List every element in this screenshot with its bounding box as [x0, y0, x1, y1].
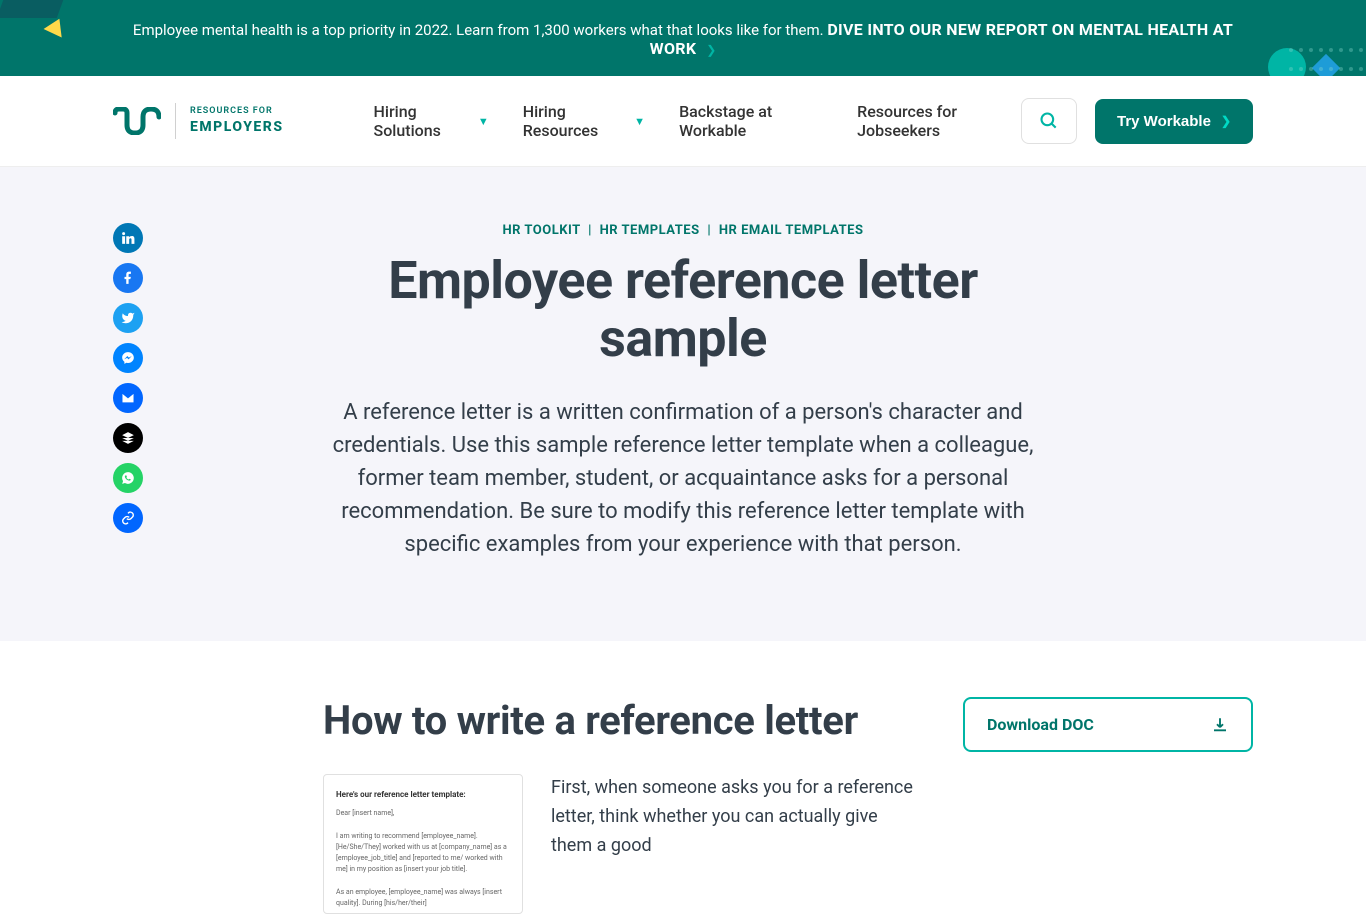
logo-subtitle: RESOURCES FOR — [190, 106, 284, 118]
chevron-right-icon: ❯ — [706, 43, 716, 57]
main-header: RESOURCES FOR EMPLOYERS Hiring Solutions… — [0, 76, 1366, 167]
banner-text: Employee mental health is a top priority… — [133, 21, 827, 39]
facebook-icon — [121, 271, 135, 285]
nav-label: Resources for Jobseekers — [857, 102, 1021, 140]
sidebar: Download DOC — [963, 697, 1253, 914]
preview-line: As an employee, [employee_name] was alwa… — [336, 887, 510, 909]
article-paragraph: First, when someone asks you for a refer… — [551, 774, 923, 914]
separator: | — [707, 223, 711, 238]
document-preview-thumbnail[interactable]: Here's our reference letter template: De… — [323, 774, 523, 914]
nav-jobseekers[interactable]: Resources for Jobseekers — [857, 102, 1021, 140]
preview-line: I am writing to recommend [employee_name… — [336, 831, 510, 876]
email-icon — [121, 391, 135, 405]
content-section: How to write a reference letter Here's o… — [43, 641, 1323, 914]
divider — [175, 103, 176, 139]
nav-hiring-solutions[interactable]: Hiring Solutions ▼ — [374, 102, 489, 140]
search-icon — [1039, 111, 1059, 131]
download-label: Download DOC — [987, 715, 1094, 734]
hero-section: HR TOOLKIT | HR TEMPLATES | HR EMAIL TEM… — [0, 167, 1366, 641]
whatsapp-icon — [121, 471, 135, 485]
share-messenger[interactable] — [113, 343, 143, 373]
breadcrumb-link[interactable]: HR TEMPLATES — [600, 223, 700, 238]
preview-heading: Here's our reference letter template: — [336, 789, 510, 802]
social-share-rail — [113, 223, 143, 533]
twitter-icon — [121, 311, 135, 325]
breadcrumb: HR TOOLKIT | HR TEMPLATES | HR EMAIL TEM… — [113, 223, 1253, 238]
page-description: A reference letter is a written confirma… — [323, 396, 1043, 561]
nav-backstage[interactable]: Backstage at Workable — [679, 102, 823, 140]
link-icon — [121, 511, 135, 525]
logo-title: EMPLOYERS — [190, 118, 284, 136]
try-workable-button[interactable]: Try Workable ❯ — [1095, 99, 1253, 144]
nav-label: Hiring Solutions — [374, 102, 472, 140]
main-nav: Hiring Solutions ▼ Hiring Resources ▼ Ba… — [374, 102, 1021, 140]
messenger-icon — [121, 351, 135, 365]
section-heading: How to write a reference letter — [323, 697, 923, 744]
separator: | — [588, 223, 592, 238]
share-twitter[interactable] — [113, 303, 143, 333]
nav-label: Hiring Resources — [523, 102, 628, 140]
nav-hiring-resources[interactable]: Hiring Resources ▼ — [523, 102, 645, 140]
decoration — [1286, 40, 1366, 76]
cta-label: Try Workable — [1117, 113, 1211, 130]
logo[interactable]: RESOURCES FOR EMPLOYERS — [113, 103, 284, 139]
share-email[interactable] — [113, 383, 143, 413]
workable-logo-icon — [113, 107, 161, 135]
share-whatsapp[interactable] — [113, 463, 143, 493]
share-linkedin[interactable] — [113, 223, 143, 253]
share-copy-link[interactable] — [113, 503, 143, 533]
linkedin-icon — [121, 231, 135, 245]
breadcrumb-link[interactable]: HR EMAIL TEMPLATES — [719, 223, 864, 238]
chevron-right-icon: ❯ — [1221, 114, 1231, 128]
chevron-down-icon: ▼ — [478, 115, 489, 128]
chevron-down-icon: ▼ — [634, 115, 645, 128]
share-facebook[interactable] — [113, 263, 143, 293]
share-buffer[interactable] — [113, 423, 143, 453]
buffer-icon — [121, 431, 135, 445]
nav-label: Backstage at Workable — [679, 102, 823, 140]
announcement-banner: Employee mental health is a top priority… — [0, 0, 1366, 76]
download-icon — [1211, 716, 1229, 734]
page-title: Employee reference letter sample — [323, 252, 1043, 368]
preview-line: Dear [insert name], — [336, 808, 510, 819]
breadcrumb-link[interactable]: HR TOOLKIT — [503, 223, 581, 238]
search-button[interactable] — [1021, 98, 1077, 144]
download-doc-button[interactable]: Download DOC — [963, 697, 1253, 752]
